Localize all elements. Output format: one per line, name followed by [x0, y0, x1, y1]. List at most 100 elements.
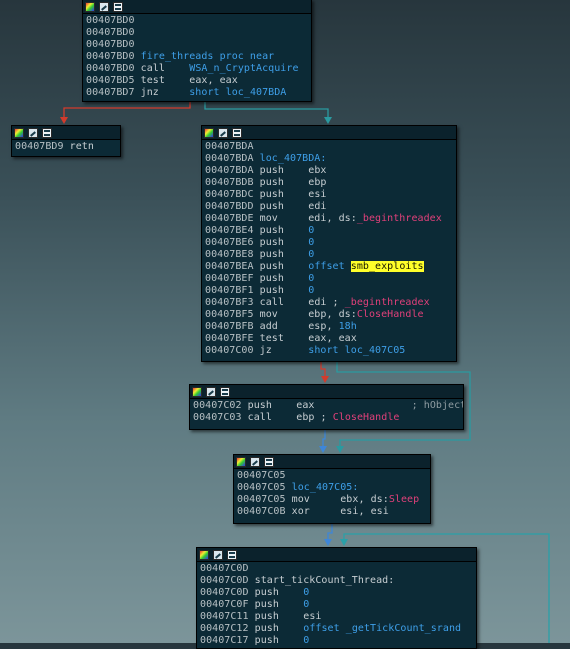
mnemonic: xor [291, 506, 310, 517]
asm-line[interactable]: 00407BDD push edi [205, 201, 453, 213]
asm-line[interactable]: 00407C11 push esi [200, 611, 473, 623]
asm-line[interactable]: 00407C0D push 0 [200, 587, 473, 599]
graph-view-icon[interactable] [28, 127, 38, 138]
import-ref[interactable]: CloseHandle [333, 412, 400, 423]
asm-line[interactable]: 00407C0F push 0 [200, 599, 473, 611]
asm-line[interactable]: 00407BDB push ebp [205, 177, 453, 189]
color-picker-icon[interactable] [204, 127, 214, 138]
operand-immediate: 0 [308, 225, 315, 236]
text-view-icon[interactable] [232, 127, 242, 138]
asm-line[interactable]: 00407BF3 call edi ; _beginthreadex [205, 297, 453, 309]
code-block-closehandle[interactable]: 00407C02 push eax ; hObject 00407C03 cal… [189, 384, 464, 430]
import-ref[interactable]: _beginthreadex [357, 213, 442, 224]
comment: ; hObject [411, 400, 464, 411]
code-block-loc-407c05[interactable]: 00407C05 00407C05 loc_407C05: 00407C05 m… [233, 454, 431, 524]
operand: ebp [308, 177, 327, 188]
asm-line[interactable]: 00407C00 jz short loc_407C05 [205, 345, 453, 357]
asm-line[interactable]: 00407BDA push ebx [205, 165, 453, 177]
code-block-loc-407bda[interactable]: 00407BDA 00407BDA loc_407BDA: 00407BDA p… [201, 125, 457, 362]
operand: ebp ; [296, 412, 333, 423]
text-view-icon[interactable] [220, 386, 230, 397]
asm-line[interactable]: 00407BD7 jnz short loc_407BDA [86, 87, 308, 99]
block-body: 00407C05 00407C05 loc_407C05: 00407C05 m… [234, 469, 430, 518]
text-view-icon[interactable] [42, 127, 52, 138]
code-label[interactable]: loc_407BDA: [260, 153, 327, 164]
edge-fire-threads-to-loc-407bda [204, 100, 329, 121]
asm-line[interactable]: 00407BE4 push 0 [205, 225, 453, 237]
block-body: 00407BDA 00407BDA loc_407BDA: 00407BDA p… [202, 140, 456, 357]
asm-line[interactable]: 00407C0B xor esi, esi [237, 506, 427, 518]
asm-line[interactable]: 00407BDA [205, 141, 453, 153]
operand-immediate: 0 [308, 237, 315, 248]
asm-line[interactable]: 00407BD0 fire_threads proc near [86, 51, 308, 63]
color-picker-icon[interactable] [14, 127, 24, 138]
import-ref[interactable]: Sleep [389, 494, 419, 505]
graph-view-icon[interactable] [99, 1, 109, 12]
block-header [197, 548, 476, 562]
asm-line[interactable]: 00407BEA push offset smb_exploits [205, 261, 453, 273]
asm-line[interactable]: 00407BD9 retn [15, 141, 117, 153]
graph-view-icon[interactable] [218, 127, 228, 138]
color-picker-icon[interactable] [85, 1, 95, 12]
asm-line[interactable]: 00407C17 push 0 [200, 635, 473, 647]
asm-line[interactable]: 00407BD0 [86, 15, 308, 27]
asm-line[interactable]: 00407C0D start_tickCount_Thread: [200, 575, 473, 587]
mnemonic: jnz [140, 87, 159, 98]
block-header [190, 385, 463, 399]
asm-line[interactable]: 00407C05 [237, 470, 427, 482]
operand-jump-target[interactable]: short loc_407BDA [189, 87, 286, 98]
code-block-start-tickcount-thread[interactable]: 00407C0D 00407C0D start_tickCount_Thread… [196, 547, 477, 649]
edge-arrowhead [340, 539, 348, 546]
color-picker-icon[interactable] [192, 386, 202, 397]
asm-line[interactable]: 00407BF5 mov ebp, ds:CloseHandle [205, 309, 453, 321]
mnemonic: push [259, 261, 284, 272]
operand-jump-target[interactable]: short loc_407C05 [308, 345, 405, 356]
asm-line[interactable]: 00407BD0 [86, 39, 308, 51]
asm-line[interactable]: 00407BDC push esi [205, 189, 453, 201]
asm-line[interactable]: 00407BD5 test eax, eax [86, 75, 308, 87]
operand-function-ref[interactable]: WSA_n_CryptAcquire [189, 63, 298, 74]
operand: eax, eax [308, 333, 357, 344]
asm-line[interactable]: 00407BFB add esp, 18h [205, 321, 453, 333]
text-view-icon[interactable] [227, 549, 237, 560]
code-label[interactable]: loc_407C05: [292, 482, 359, 493]
graph-view-icon[interactable] [206, 386, 216, 397]
graph-view-icon[interactable] [250, 456, 260, 467]
asm-line[interactable]: 00407BD0 call WSA_n_CryptAcquire [86, 63, 308, 75]
color-picker-icon[interactable] [199, 549, 209, 560]
import-ref[interactable]: _beginthreadex [345, 297, 430, 308]
function-ref[interactable]: _getTickCount_srand [346, 623, 461, 634]
asm-line[interactable]: 00407BF1 push 0 [205, 285, 453, 297]
asm-line[interactable]: 00407C03 call ebp ; CloseHandle [193, 412, 460, 424]
operand-immediate: 0 [308, 249, 315, 260]
asm-line[interactable]: 00407BE8 push 0 [205, 249, 453, 261]
asm-line[interactable]: 00407C05 loc_407C05: [237, 482, 427, 494]
mnemonic: mov [259, 213, 278, 224]
asm-line[interactable]: 00407BEF push 0 [205, 273, 453, 285]
code-block-fire-threads[interactable]: 00407BD0 00407BD0 00407BD0 00407BD0 fire… [82, 0, 312, 102]
block-body: 00407BD9 retn [12, 140, 120, 153]
proc-label[interactable]: fire_threads proc near [141, 51, 275, 62]
asm-line[interactable]: 00407BFE test eax, eax [205, 333, 453, 345]
asm-line[interactable]: 00407BD0 [86, 27, 308, 39]
text-view-icon[interactable] [264, 456, 274, 467]
code-block-retn[interactable]: 00407BD9 retn [11, 125, 121, 157]
import-ref[interactable]: CloseHandle [357, 309, 424, 320]
graph-view-icon[interactable] [213, 549, 223, 560]
mnemonic: test [140, 75, 165, 86]
color-picker-icon[interactable] [236, 456, 246, 467]
highlighted-symbol-smb-exploits[interactable]: smb_exploits [350, 261, 424, 272]
asm-line[interactable]: 00407C05 mov ebx, ds:Sleep [237, 494, 427, 506]
mnemonic: push [259, 237, 284, 248]
text-view-icon[interactable] [113, 1, 123, 12]
asm-line[interactable]: 00407C0D [200, 563, 473, 575]
asm-line[interactable]: 00407BE6 push 0 [205, 237, 453, 249]
code-label[interactable]: start_tickCount_Thread: [255, 575, 395, 586]
asm-line[interactable]: 00407C12 push offset _getTickCount_srand [200, 623, 473, 635]
asm-line[interactable]: 00407BDA loc_407BDA: [205, 153, 453, 165]
asm-line[interactable]: 00407BDE mov edi, ds:_beginthreadex [205, 213, 453, 225]
asm-line[interactable]: 00407C02 push eax ; hObject [193, 400, 463, 412]
mnemonic: push [254, 587, 279, 598]
operand: esp, [308, 321, 339, 332]
operand: ebx, ds: [340, 494, 389, 505]
